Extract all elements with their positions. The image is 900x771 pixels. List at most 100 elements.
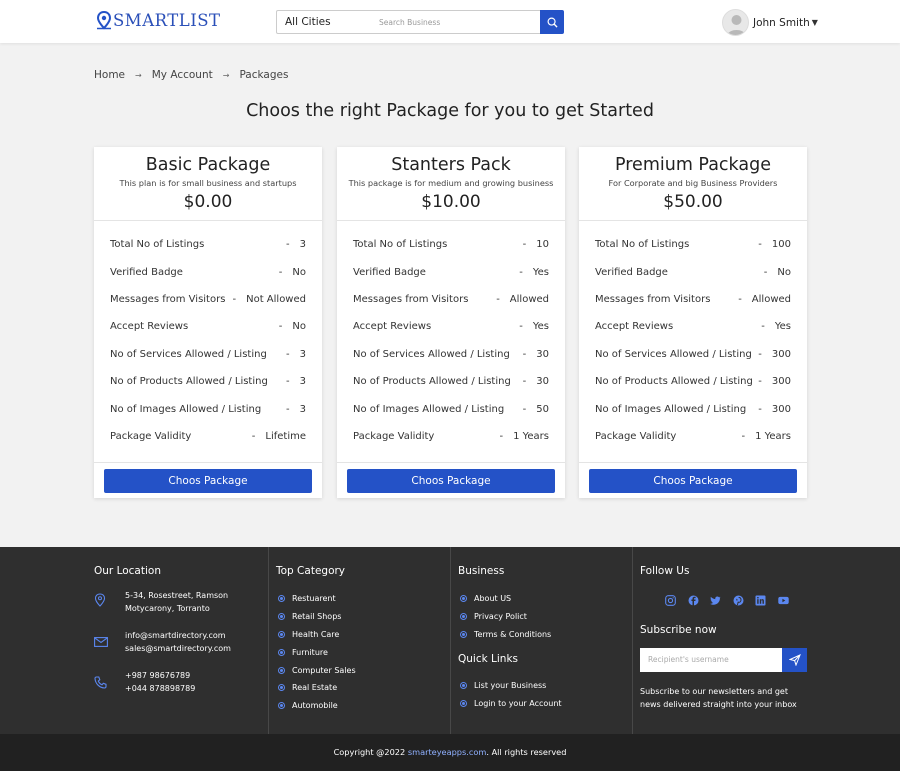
feature-label: Total No of Listings — [353, 239, 448, 251]
feature-value: 300 — [771, 348, 791, 360]
list-item[interactable]: Privacy Polict — [460, 608, 551, 626]
feature-value: 30 — [536, 376, 549, 388]
chevron-down-icon[interactable]: ▼ — [812, 18, 818, 27]
feature-row: Total No of Listings -10 — [353, 239, 549, 251]
list-item[interactable]: Real Estate — [278, 679, 356, 697]
choose-package-button[interactable]: Choos Package — [104, 469, 312, 493]
feature-label: Package Validity — [595, 430, 677, 442]
quick-link[interactable]: List your Business — [474, 681, 546, 690]
footer: Our Location 5-34, Rosestreet, Ramson Mo… — [0, 547, 900, 734]
package-card-starters: Stanters Pack This package is for medium… — [337, 147, 565, 498]
footer-divider — [632, 547, 633, 734]
list-item[interactable]: Automobile — [278, 697, 356, 715]
footer-follow-title: Follow Us — [640, 565, 690, 577]
city-select[interactable]: All Cities — [276, 10, 372, 34]
copyright-link[interactable]: smarteyeapps.com — [408, 747, 487, 757]
feature-row: Messages from Visitors - Allowed — [353, 293, 549, 305]
copyright-prefix: Copyright @2022 — [333, 747, 406, 757]
list-item[interactable]: Restuarent — [278, 590, 356, 608]
category-link[interactable]: Automobile — [292, 701, 338, 710]
breadcrumb-home[interactable]: Home — [94, 69, 125, 81]
linkedin-icon[interactable] — [755, 595, 766, 606]
choose-package-button[interactable]: Choos Package — [347, 469, 555, 493]
copyright-suffix: . All rights reserved — [486, 747, 567, 757]
location-pin-logo-icon — [96, 11, 112, 30]
list-item[interactable]: List your Business — [460, 677, 562, 695]
feature-row: No of Services Allowed / Listing -3 — [110, 348, 306, 360]
choose-package-button[interactable]: Choos Package — [589, 469, 797, 493]
address-item: 5-34, Rosestreet, Ramson Motycarony, Tor… — [94, 589, 228, 615]
instagram-icon[interactable] — [665, 595, 676, 606]
search-icon — [547, 17, 558, 28]
feature-row: Package Validity -1 Years — [353, 430, 549, 442]
feature-row: No of Services Allowed / Listing -300 — [595, 348, 791, 360]
footer-divider — [450, 547, 451, 734]
business-link[interactable]: Privacy Polict — [474, 612, 527, 621]
phone-number[interactable]: +987 98676789 — [125, 669, 195, 682]
feature-row: No of Images Allowed / Listing -300 — [595, 403, 791, 415]
address-line: 5-34, Rosestreet, Ramson — [125, 591, 229, 600]
search-button[interactable] — [540, 10, 564, 34]
address-line: Motycarony, Torranto — [125, 604, 210, 613]
feature-row: No of Products Allowed / Listing -3 — [110, 376, 306, 388]
category-link[interactable]: Retail Shops — [292, 612, 341, 621]
feature-row: Total No of Listings -100 — [595, 239, 791, 251]
email-item: info@smartdirectory.com sales@smartdirec… — [94, 629, 231, 655]
avatar[interactable] — [722, 9, 749, 36]
user-name: John Smith — [753, 16, 810, 29]
email-link[interactable]: info@smartdirectory.com — [125, 629, 231, 642]
bullet-icon — [278, 684, 285, 692]
list-item[interactable]: Login to your Account — [460, 695, 562, 713]
feature-label: Verified Badge — [353, 266, 426, 278]
quick-link[interactable]: Login to your Account — [474, 699, 562, 708]
category-link[interactable]: Computer Sales — [292, 666, 356, 675]
category-link[interactable]: Health Care — [292, 630, 339, 639]
list-item[interactable]: Computer Sales — [278, 661, 356, 679]
bullet-icon — [460, 630, 467, 638]
list-item[interactable]: Furniture — [278, 643, 356, 661]
feature-label: Accept Reviews — [353, 321, 432, 333]
feature-row: No of Services Allowed / Listing -30 — [353, 348, 549, 360]
package-name: Stanters Pack — [391, 155, 511, 175]
feature-value: Yes — [774, 321, 791, 333]
feature-label: Total No of Listings — [595, 239, 690, 251]
phone-number[interactable]: +044 878898789 — [125, 682, 195, 695]
pinterest-icon[interactable] — [733, 595, 744, 606]
feature-value: No — [292, 321, 306, 333]
package-price: $10.00 — [421, 192, 481, 212]
user-menu[interactable]: John Smith ▼ — [722, 9, 818, 36]
page-title: Choos the right Package for you to get S… — [246, 101, 654, 121]
search-input[interactable]: Search Business — [371, 10, 541, 34]
feature-row: Verified Badge - Yes — [353, 266, 549, 278]
feature-label: No of Images Allowed / Listing — [595, 403, 747, 415]
email-link[interactable]: sales@smartdirectory.com — [125, 642, 231, 655]
twitter-icon[interactable] — [710, 595, 721, 606]
category-link[interactable]: Real Estate — [292, 683, 337, 692]
feature-label: Verified Badge — [110, 266, 183, 278]
feature-value: Lifetime — [265, 430, 306, 442]
feature-label: Messages from Visitors — [353, 293, 469, 305]
brand-logo[interactable]: SMARTLIST — [96, 11, 221, 30]
newsletter-send-button[interactable] — [782, 648, 807, 672]
business-link[interactable]: Terms & Conditions — [474, 630, 551, 639]
list-item[interactable]: Terms & Conditions — [460, 626, 551, 644]
list-item[interactable]: About US — [460, 590, 551, 608]
feature-label: No of Services Allowed / Listing — [110, 348, 267, 360]
feature-value: 10 — [536, 239, 549, 251]
phone-item: +987 98676789 +044 878898789 — [94, 669, 195, 695]
package-price: $0.00 — [183, 192, 233, 212]
feature-value: 50 — [536, 403, 549, 415]
business-link[interactable]: About US — [474, 594, 511, 603]
list-item[interactable]: Retail Shops — [278, 608, 356, 626]
breadcrumb-my-account[interactable]: My Account — [152, 69, 213, 81]
package-description: For Corporate and big Business Providers — [608, 178, 778, 188]
facebook-icon[interactable] — [688, 595, 699, 606]
feature-row: Messages from Visitors - Not Allowed — [110, 293, 306, 305]
category-link[interactable]: Restuarent — [292, 594, 336, 603]
top-category-list: Restuarent Retail Shops Health Care Furn… — [278, 590, 356, 715]
feature-label: Package Validity — [110, 430, 192, 442]
list-item[interactable]: Health Care — [278, 626, 356, 644]
newsletter-email-input[interactable]: Recipient's username — [640, 648, 782, 672]
category-link[interactable]: Furniture — [292, 648, 328, 657]
youtube-icon[interactable] — [778, 595, 789, 606]
